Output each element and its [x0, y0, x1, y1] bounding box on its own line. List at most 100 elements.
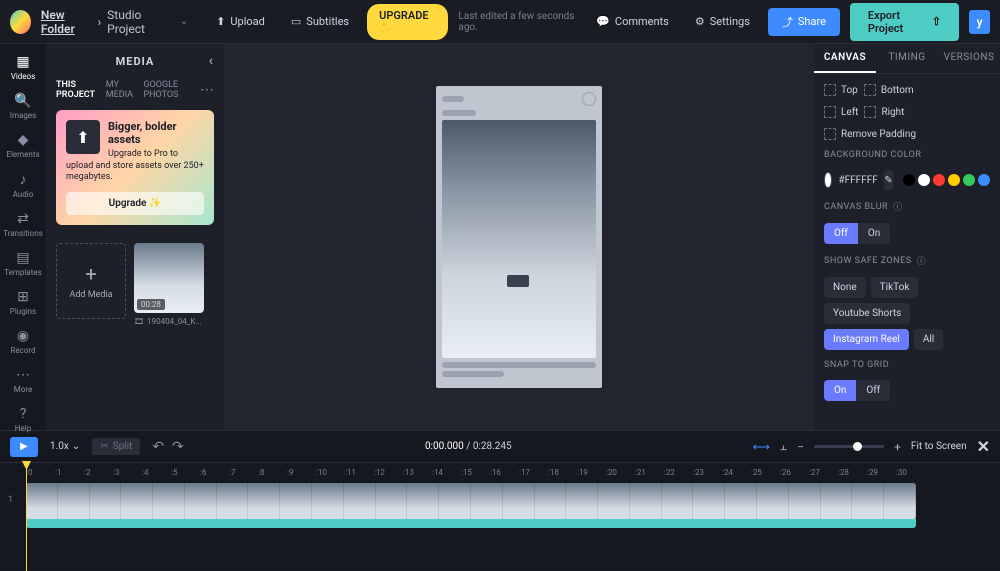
leftbar-item-transitions[interactable]: ⇄Transitions: [0, 207, 46, 242]
templates-icon: ▤: [16, 250, 29, 266]
timeline-ruler[interactable]: :0:1:2:3:4:5:6:7:8:9:10:11:12:13:14:15:1…: [0, 463, 1000, 481]
upgrade-button[interactable]: UPGRADE ✨: [367, 4, 448, 40]
promo-upgrade-button[interactable]: Upgrade ✨: [66, 192, 204, 215]
tab-google-photos[interactable]: GOOGLE PHOTOS: [143, 80, 190, 100]
blur-off-button[interactable]: Off: [824, 223, 858, 244]
ruler-tick: :12: [374, 468, 403, 477]
padding-bottom-check[interactable]: Bottom: [864, 84, 914, 96]
breadcrumb-folder[interactable]: New Folder: [41, 8, 92, 36]
magnet-icon[interactable]: ⫠: [780, 439, 787, 454]
ruler-tick: :2: [84, 468, 113, 477]
media-item[interactable]: 00:28 🎞190404_04_K...: [134, 243, 204, 326]
color-preset[interactable]: [933, 174, 945, 186]
audio-track[interactable]: [26, 518, 916, 528]
leftbar-item-plugins[interactable]: ⊞Plugins: [0, 285, 46, 320]
safezone-all[interactable]: All: [914, 329, 943, 350]
leftbar-item-elements[interactable]: ◆Elements: [0, 128, 46, 163]
tab-this-project[interactable]: THIS PROJECT: [56, 80, 96, 100]
tab-versions[interactable]: VERSIONS: [938, 44, 1000, 73]
comments-button[interactable]: 💬Comments: [588, 10, 677, 33]
ruler-tick: :19: [577, 468, 606, 477]
trim-icon[interactable]: ⟷: [753, 440, 770, 454]
media-duration: 00:28: [137, 299, 165, 310]
ruler-tick: :3: [113, 468, 142, 477]
ruler-tick: :28: [838, 468, 867, 477]
safezone-youtube-shorts[interactable]: Youtube Shorts: [824, 303, 910, 324]
transitions-icon: ⇄: [17, 211, 29, 227]
leftbar-item-templates[interactable]: ▤Templates: [0, 246, 46, 281]
app-logo[interactable]: [10, 10, 31, 34]
color-preset[interactable]: [978, 174, 990, 186]
info-icon[interactable]: ⓘ: [893, 200, 903, 213]
color-swatch[interactable]: [824, 172, 832, 188]
chevron-down-icon[interactable]: ⌄: [180, 16, 188, 27]
color-hex-input[interactable]: #FFFFFF: [838, 175, 877, 186]
share-button[interactable]: ⤴Share: [768, 8, 840, 36]
ruler-tick: :0: [26, 468, 55, 477]
leftbar-item-record[interactable]: ◉Record: [0, 324, 46, 359]
undo-button[interactable]: ↶: [152, 439, 164, 455]
media-thumbnail[interactable]: 00:28: [134, 243, 204, 313]
promo-text: Upgrade to Pro to upload and store asset…: [66, 149, 204, 184]
tab-canvas[interactable]: CANVAS: [814, 44, 876, 73]
zoom-in-icon[interactable]: +: [894, 440, 901, 454]
ruler-tick: :23: [693, 468, 722, 477]
upload-button[interactable]: ⬆Upload: [208, 10, 273, 33]
zoom-out-icon[interactable]: −: [797, 440, 804, 454]
redo-button[interactable]: ↷: [172, 439, 184, 455]
ruler-tick: :5: [171, 468, 200, 477]
leftbar-item-more[interactable]: ⋯More: [0, 363, 46, 398]
tab-my-media[interactable]: MY MEDIA: [106, 80, 134, 100]
ruler-tick: :20: [606, 468, 635, 477]
ruler-tick: :29: [867, 468, 896, 477]
ruler-tick: :17: [519, 468, 548, 477]
play-button[interactable]: ▶: [10, 437, 38, 457]
canvas-preview[interactable]: [436, 86, 602, 388]
leftbar-item-images[interactable]: 🔍Images: [0, 89, 46, 124]
close-icon[interactable]: ✕: [977, 437, 990, 456]
padding-right-check[interactable]: Right: [864, 106, 904, 118]
collapse-icon[interactable]: ‹: [209, 53, 214, 69]
color-preset[interactable]: [963, 174, 975, 186]
padding-remove-check[interactable]: Remove Padding: [824, 128, 990, 140]
zoom-slider[interactable]: [814, 445, 884, 448]
blur-on-button[interactable]: On: [858, 223, 890, 244]
snap-on-button[interactable]: On: [824, 380, 856, 401]
leftbar-item-videos[interactable]: ▦Videos: [0, 50, 46, 85]
more-icon[interactable]: ⋯: [200, 82, 214, 98]
ruler-tick: :14: [432, 468, 461, 477]
padding-left-check[interactable]: Left: [824, 106, 858, 118]
canvas-area[interactable]: [224, 44, 814, 430]
settings-button[interactable]: ⚙Settings: [687, 10, 758, 33]
media-panel: MEDIA ‹ THIS PROJECT MY MEDIA GOOGLE PHO…: [46, 44, 224, 430]
elements-icon: ◆: [18, 132, 29, 148]
color-preset[interactable]: [948, 174, 960, 186]
timeline-tracks[interactable]: 1: [0, 481, 1000, 570]
breadcrumb-project[interactable]: Studio Project: [107, 8, 170, 36]
safezone-tiktok[interactable]: TikTok: [871, 277, 919, 298]
ruler-tick: :22: [664, 468, 693, 477]
avatar[interactable]: y: [969, 10, 990, 34]
ruler-tick: :25: [751, 468, 780, 477]
safezone-none[interactable]: None: [824, 277, 866, 298]
tab-timing[interactable]: TIMING: [876, 44, 938, 73]
fit-to-screen-button[interactable]: Fit to Screen: [911, 441, 967, 452]
video-clip[interactable]: [26, 483, 916, 519]
ruler-tick: :1: [55, 468, 84, 477]
more-icon: ⋯: [16, 367, 30, 383]
snap-off-button[interactable]: Off: [856, 380, 890, 401]
leftbar-item-audio[interactable]: ♪Audio: [0, 167, 46, 203]
color-preset[interactable]: [903, 174, 915, 186]
subtitles-button[interactable]: ▭Subtitles: [283, 10, 357, 33]
playhead[interactable]: [26, 463, 27, 571]
export-button[interactable]: Export Project⇧: [850, 3, 959, 41]
padding-top-check[interactable]: Top: [824, 84, 858, 96]
color-preset[interactable]: [918, 174, 930, 186]
split-button[interactable]: ✂Split: [92, 438, 140, 455]
info-icon[interactable]: ⓘ: [917, 254, 927, 267]
eyedropper-icon[interactable]: ✎: [884, 170, 893, 190]
ruler-tick: :13: [403, 468, 432, 477]
safezone-instagram-reel[interactable]: Instagram Reel: [824, 329, 909, 350]
add-media-button[interactable]: + Add Media: [56, 243, 126, 319]
speed-selector[interactable]: 1.0x⌄: [50, 441, 80, 452]
